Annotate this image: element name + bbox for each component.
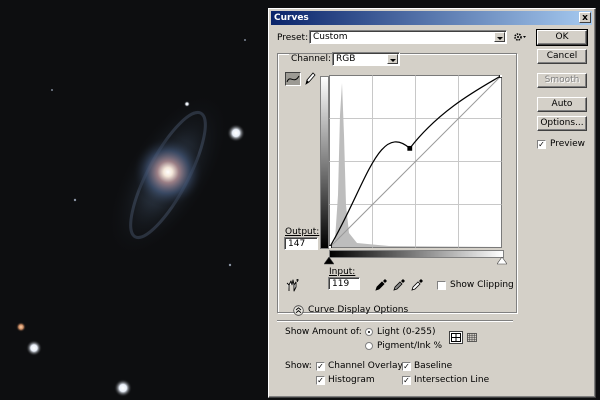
light-radio[interactable]: [365, 328, 373, 336]
baseline-text: Baseline: [414, 361, 453, 371]
preset-label: Preset:: [277, 33, 308, 44]
options-button-label: Options...: [540, 118, 584, 128]
curve-display-options-text: Curve Display Options: [308, 305, 409, 315]
close-icon: x: [582, 13, 588, 23]
auto-button[interactable]: Auto: [537, 97, 587, 112]
ok-button-label: OK: [555, 32, 569, 42]
input-label-text: Input:: [329, 267, 356, 277]
pigment-radio[interactable]: [365, 342, 373, 350]
channel-overlays-checkbox[interactable]: ✓: [316, 362, 325, 371]
curve-tool-icon: [286, 75, 300, 83]
histogram-text: Histogram: [328, 375, 375, 385]
black-point-slider[interactable]: [324, 257, 334, 265]
detailed-grid-icon[interactable]: [466, 332, 478, 343]
cancel-button-label: Cancel: [546, 51, 578, 61]
curve-control-point[interactable]: [329, 245, 332, 249]
curve-control-point[interactable]: [407, 145, 413, 151]
preset-label-text: Preset:: [277, 33, 309, 43]
output-label-text: Output:: [285, 227, 320, 237]
chevron-down-icon: [494, 32, 505, 42]
curve-graph[interactable]: [329, 75, 502, 248]
preview-label[interactable]: Preview: [550, 139, 585, 150]
gear-icon[interactable]: [513, 31, 527, 43]
pencil-icon[interactable]: [304, 72, 316, 85]
histogram-checkbox[interactable]: ✓: [316, 376, 325, 385]
channel-select[interactable]: RGB: [332, 52, 400, 66]
targeted-adjustment-icon[interactable]: [286, 279, 300, 292]
baseline-checkbox[interactable]: ✓: [402, 362, 411, 371]
intersection-line-text: Intersection Line: [414, 375, 490, 385]
simple-grid-icon: [451, 333, 461, 342]
output-value: 147: [288, 239, 306, 249]
smooth-button-label: Smooth: [544, 75, 580, 85]
options-button[interactable]: Options...: [537, 116, 587, 131]
auto-button-label: Auto: [551, 99, 573, 109]
input-gradient-bar: [329, 250, 504, 258]
show-label-text: Show:: [285, 361, 312, 371]
light-option-text: Light (0-255): [377, 327, 436, 337]
ok-button[interactable]: OK: [536, 29, 588, 46]
output-gradient-bar: [320, 76, 329, 249]
divider: [277, 320, 513, 322]
dialog-title: Curves: [274, 13, 309, 23]
black-eyedropper-icon[interactable]: [375, 279, 387, 291]
show-clipping-label-text: Show Clipping: [450, 280, 514, 290]
curve-control-point[interactable]: [499, 75, 503, 78]
curve-display-options-label[interactable]: Curve Display Options: [308, 305, 408, 316]
show-label: Show:: [285, 361, 312, 372]
show-amount-label: Show Amount of:: [285, 327, 362, 338]
light-option-label[interactable]: Light (0-255): [377, 327, 436, 338]
channel-label: Channel:: [289, 54, 333, 65]
channel-overlays-label[interactable]: Channel Overlays: [328, 361, 408, 372]
show-clipping-checkbox[interactable]: [437, 281, 446, 290]
white-eyedropper-icon[interactable]: [411, 279, 423, 291]
show-clipping-label[interactable]: Show Clipping: [450, 280, 514, 291]
white-point-slider[interactable]: [497, 257, 507, 265]
dialog-titlebar[interactable]: Curves x: [271, 11, 592, 25]
input-field[interactable]: 119: [328, 277, 360, 290]
preset-select[interactable]: Custom: [309, 30, 507, 44]
pigment-option-text: Pigment/Ink %: [377, 341, 442, 351]
baseline-label[interactable]: Baseline: [414, 361, 452, 372]
intersection-line-checkbox[interactable]: ✓: [402, 376, 411, 385]
output-field[interactable]: 147: [284, 237, 318, 250]
simple-grid-button[interactable]: [449, 331, 463, 344]
histogram-label[interactable]: Histogram: [328, 375, 375, 386]
chevron-down-icon: [387, 54, 398, 64]
preview-label-text: Preview: [550, 139, 586, 149]
preview-checkbox[interactable]: ✓: [537, 140, 546, 149]
close-button[interactable]: x: [579, 12, 591, 23]
pigment-option-label[interactable]: Pigment/Ink %: [377, 341, 442, 352]
show-amount-label-text: Show Amount of:: [285, 327, 362, 337]
input-value: 119: [332, 279, 350, 289]
channel-overlays-text: Channel Overlays: [328, 361, 408, 371]
cancel-button[interactable]: Cancel: [537, 49, 587, 64]
expand-collapse-icon[interactable]: [293, 305, 304, 316]
curve-tool-button[interactable]: [285, 72, 301, 86]
preset-value: Custom: [313, 32, 348, 42]
smooth-button[interactable]: Smooth: [537, 73, 587, 88]
curves-dialog: Curves x Preset: Custom Channel: RGB Out…: [268, 8, 596, 398]
channel-label-text: Channel:: [291, 54, 331, 64]
channel-value: RGB: [336, 54, 356, 64]
intersection-line-label[interactable]: Intersection Line: [414, 375, 489, 386]
gray-eyedropper-icon[interactable]: [393, 279, 405, 291]
